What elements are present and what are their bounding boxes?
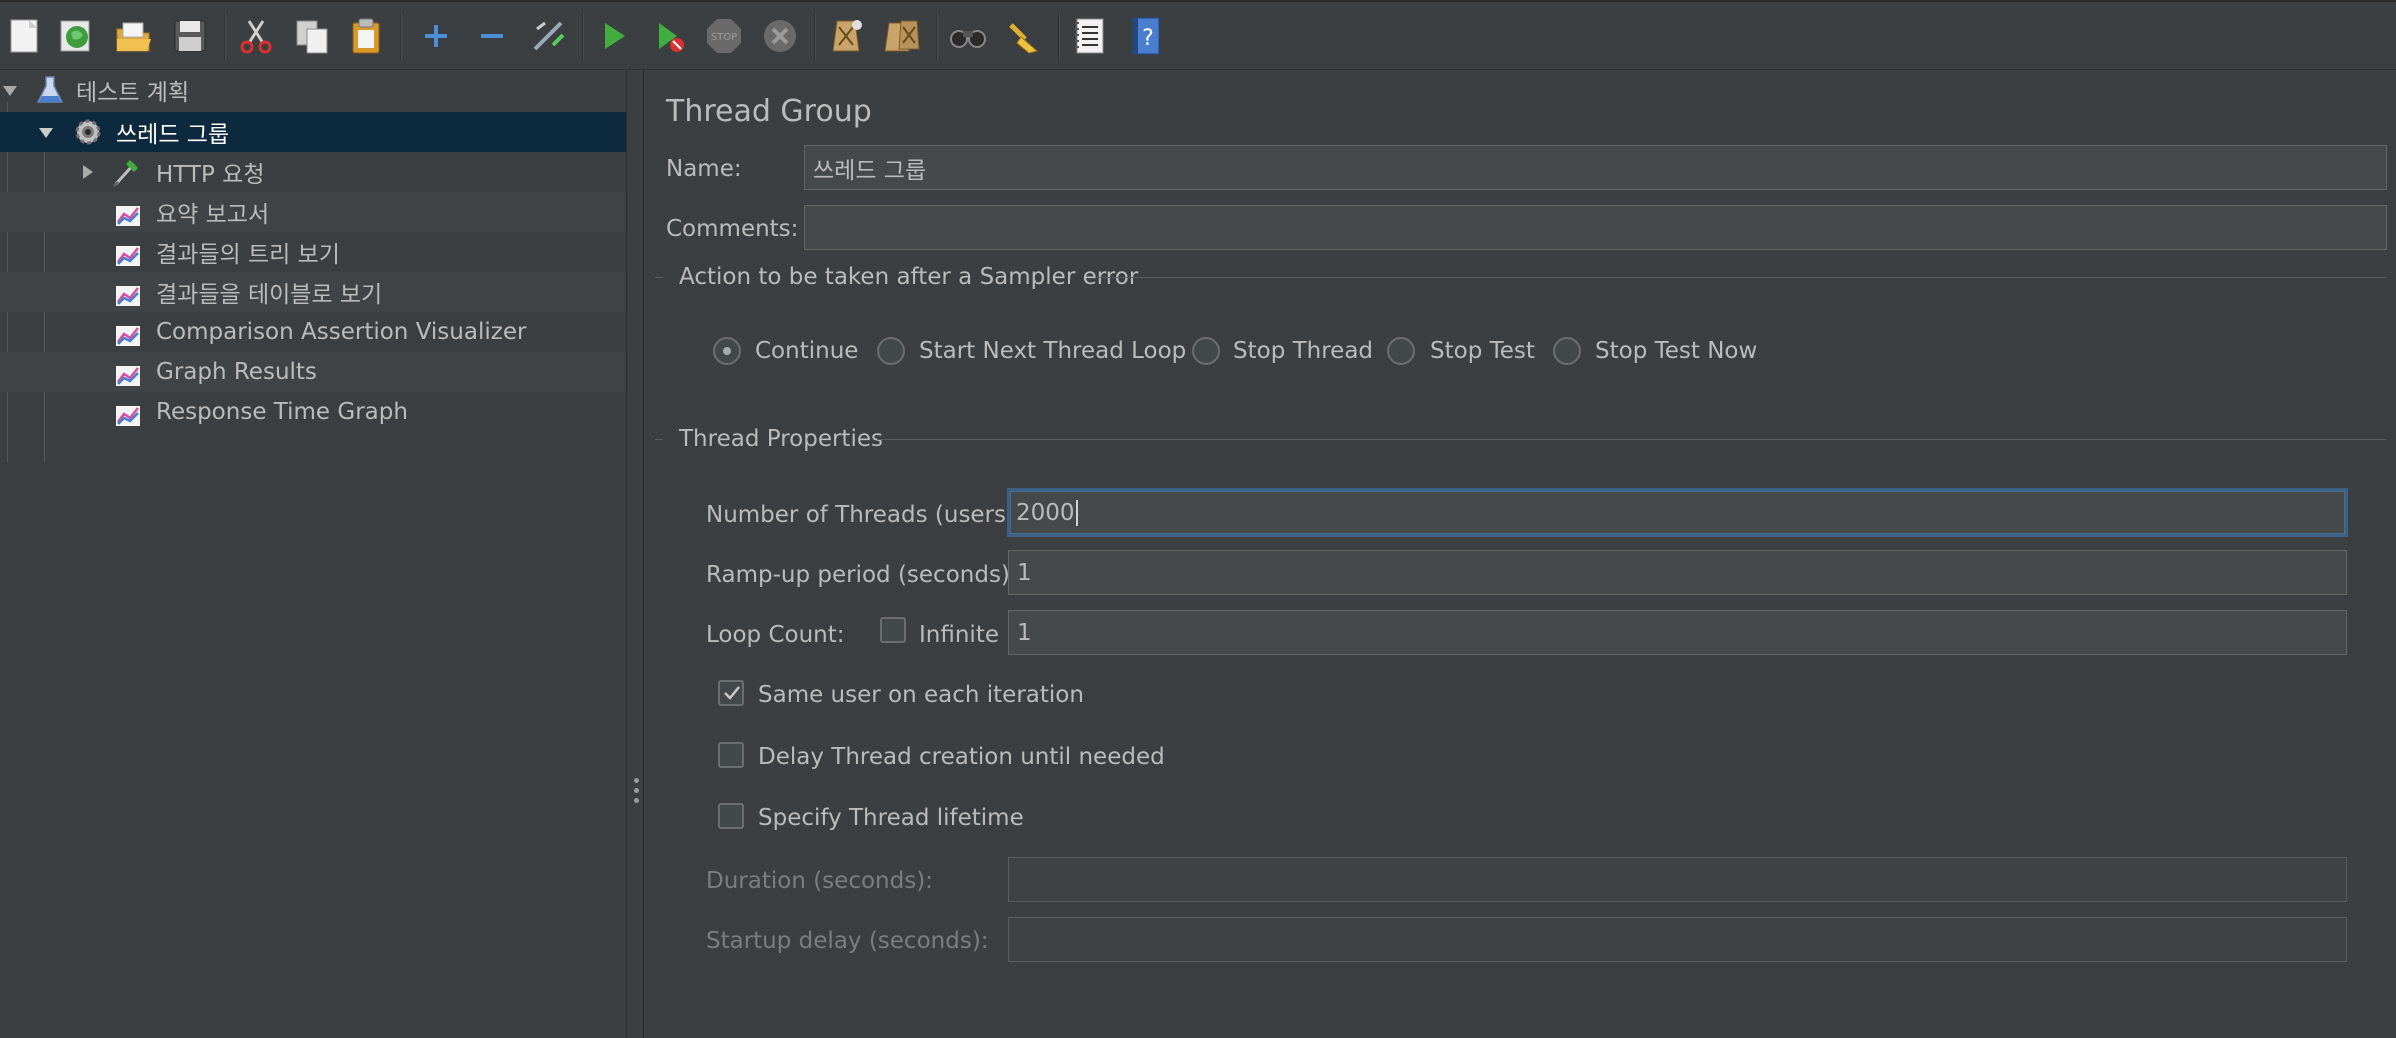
tree-item-label: 결과들을 테이블로 보기 <box>156 282 383 308</box>
help-icon[interactable]: ? <box>1124 14 1168 58</box>
listener-icon <box>116 366 140 386</box>
stop-text: STOP <box>711 32 737 43</box>
startup-delay-field[interactable] <box>1008 917 2347 962</box>
error-section-title: Action to be taken after a Sampler error <box>679 264 1139 290</box>
start-icon[interactable] <box>592 14 636 58</box>
clear-icon[interactable] <box>824 14 868 58</box>
toolbar: STOP ? <box>0 0 2396 70</box>
duration-label: Duration (seconds): <box>706 868 933 894</box>
radio-continue[interactable] <box>713 337 741 365</box>
clear-all-icon[interactable] <box>880 14 924 58</box>
comments-label: Comments: <box>666 216 799 242</box>
radio-stop-thread-label[interactable]: Stop Thread <box>1233 338 1373 364</box>
tree-item-label: Graph Results <box>156 359 317 385</box>
tree-item-label: 결과들의 트리 보기 <box>156 242 340 268</box>
delay-thread-creation-label[interactable]: Delay Thread creation until needed <box>758 744 1165 770</box>
chevron-down-icon[interactable] <box>2 83 18 99</box>
text-caret <box>1075 499 1078 526</box>
chevron-right-icon[interactable] <box>80 164 96 180</box>
threads-field[interactable]: 2000 <box>1007 488 2348 537</box>
rampup-label: Ramp-up period (seconds): <box>706 562 1018 588</box>
duration-field[interactable] <box>1008 857 2347 902</box>
radio-stop-test[interactable] <box>1387 337 1415 365</box>
radio-stop-test-now-label[interactable]: Stop Test Now <box>1595 338 1757 364</box>
tree-item-label: 테스트 계획 <box>76 80 190 106</box>
test-plan-tree: 테스트 계획 쓰레드 그룹 HTTP 요청 요약 보고서 결과들의 트리 보기 … <box>0 70 626 1038</box>
thread-group-icon <box>75 119 101 145</box>
check-icon <box>724 686 740 700</box>
listener-icon <box>116 246 140 266</box>
svg-text:?: ? <box>1142 26 1154 51</box>
radio-start-next-thread-loop[interactable] <box>877 337 905 365</box>
tree-item-test-plan[interactable]: 테스트 계획 <box>0 70 626 110</box>
radio-continue-label[interactable]: Continue <box>755 338 858 364</box>
tree-item-label: 요약 보고서 <box>156 202 270 228</box>
collapse-icon[interactable] <box>470 14 514 58</box>
tree-item-http-request[interactable]: HTTP 요청 <box>0 152 626 192</box>
expand-icon[interactable] <box>414 14 458 58</box>
radio-stop-test-label[interactable]: Stop Test <box>1430 338 1535 364</box>
tree-item-label: 쓰레드 그룹 <box>116 122 230 148</box>
radio-start-next-thread-loop-label[interactable]: Start Next Thread Loop <box>919 338 1186 364</box>
name-label: Name: <box>666 156 742 182</box>
open-icon[interactable] <box>112 14 156 58</box>
sampler-icon <box>113 160 138 187</box>
grip-icon <box>634 778 639 783</box>
start-no-pause-icon[interactable] <box>648 14 692 58</box>
thread-group-panel: Thread Group Name: 쓰레드 그룹 Comments: Acti… <box>645 70 2396 1038</box>
templates-icon[interactable] <box>54 14 98 58</box>
listener-icon <box>116 286 140 306</box>
infinite-checkbox[interactable] <box>880 617 906 643</box>
listener-icon <box>116 206 140 226</box>
test-plan-icon <box>36 76 64 103</box>
thread-properties-title: Thread Properties <box>679 426 883 452</box>
save-icon[interactable] <box>168 14 212 58</box>
same-user-label[interactable]: Same user on each iteration <box>758 682 1084 708</box>
search-icon[interactable] <box>946 14 990 58</box>
stop-icon[interactable]: STOP <box>702 14 746 58</box>
paste-icon[interactable] <box>344 14 388 58</box>
listener-icon <box>116 326 140 346</box>
loop-count-label: Loop Count: <box>706 622 845 648</box>
chevron-down-icon[interactable] <box>38 125 54 141</box>
threads-value: 2000 <box>1016 499 1075 526</box>
tree-item-graph-results[interactable]: Graph Results <box>0 352 626 392</box>
tree-item-response-time-graph[interactable]: Response Time Graph <box>0 392 626 432</box>
new-icon[interactable] <box>2 14 46 58</box>
tree-item-comparison-assertion-visualizer[interactable]: Comparison Assertion Visualizer <box>0 312 626 352</box>
loop-count-field[interactable]: 1 <box>1008 610 2347 655</box>
startup-delay-label: Startup delay (seconds): <box>706 928 989 954</box>
toggle-icon[interactable] <box>526 14 570 58</box>
split-pane-divider[interactable] <box>626 70 644 1038</box>
listener-icon <box>116 406 140 426</box>
tree-item-view-results-table[interactable]: 결과들을 테이블로 보기 <box>0 272 626 312</box>
page-title: Thread Group <box>666 94 872 129</box>
tree-item-label: Comparison Assertion Visualizer <box>156 319 527 345</box>
specify-lifetime-label[interactable]: Specify Thread lifetime <box>758 805 1024 831</box>
copy-icon[interactable] <box>290 14 334 58</box>
reset-search-icon[interactable] <box>1002 14 1046 58</box>
delay-thread-creation-checkbox[interactable] <box>718 742 744 768</box>
radio-stop-test-now[interactable] <box>1553 337 1581 365</box>
tree-item-label: HTTP 요청 <box>156 162 265 188</box>
shutdown-icon[interactable] <box>758 14 802 58</box>
name-field[interactable]: 쓰레드 그룹 <box>804 145 2387 190</box>
comments-field[interactable] <box>804 205 2387 250</box>
same-user-checkbox[interactable] <box>718 680 744 706</box>
tree-item-label: Response Time Graph <box>156 399 408 425</box>
radio-stop-thread[interactable] <box>1192 337 1220 365</box>
infinite-label[interactable]: Infinite <box>919 622 999 648</box>
rampup-field[interactable]: 1 <box>1008 550 2347 595</box>
tree-item-view-results-tree[interactable]: 결과들의 트리 보기 <box>0 232 626 272</box>
tree-item-thread-group[interactable]: 쓰레드 그룹 <box>0 112 626 152</box>
specify-lifetime-checkbox[interactable] <box>718 803 744 829</box>
tree-item-summary-report[interactable]: 요약 보고서 <box>0 192 626 232</box>
threads-label: Number of Threads (users): <box>706 502 1023 528</box>
cut-icon[interactable] <box>234 14 278 58</box>
function-helper-icon[interactable] <box>1068 14 1112 58</box>
